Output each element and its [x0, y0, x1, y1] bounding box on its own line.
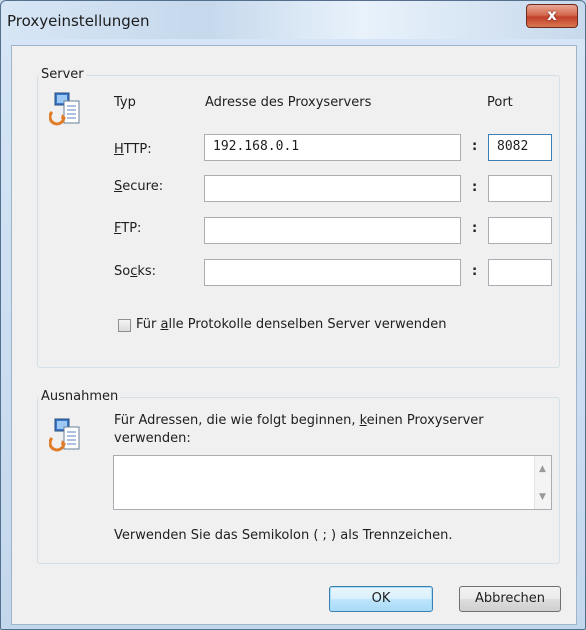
dialog-client: Server Typ Adresse des Proxyservers Port… [11, 45, 577, 625]
ftp-colon: : [472, 221, 478, 236]
network-computer-icon [49, 418, 80, 452]
exceptions-description: Für Adressen, die wie folgt beginnen, ke… [114, 413, 484, 428]
address-column-header: Adresse des Proxyservers [205, 95, 372, 110]
cancel-button[interactable]: Abbrechen [459, 586, 561, 612]
same-server-label[interactable]: Für alle Protokolle denselben Server ver… [136, 317, 447, 332]
ok-button[interactable]: OK [329, 586, 433, 612]
secure-label: Secure: [114, 179, 164, 194]
scroll-up-icon[interactable]: ▲ [539, 464, 546, 474]
title-bar[interactable]: Proxyeinstellungen x [1, 1, 585, 39]
same-server-checkbox[interactable] [118, 319, 131, 332]
scroll-down-icon[interactable]: ▼ [539, 492, 546, 502]
http-label: HTTP: [114, 142, 152, 157]
ftp-label: FTP: [114, 221, 142, 236]
secure-colon: : [472, 180, 478, 195]
socks-label: Socks: [114, 264, 157, 279]
close-button[interactable]: x [526, 4, 578, 28]
proxy-settings-window: Proxyeinstellungen x Server Typ Adresse … [0, 0, 586, 630]
http-colon: : [472, 139, 478, 154]
exceptions-scrollbar[interactable]: ▲ ▼ [534, 456, 551, 509]
socks-port-input[interactable] [488, 259, 552, 286]
exceptions-description-line2: verwenden: [114, 431, 191, 446]
http-port-input[interactable]: 8082 [488, 134, 552, 161]
port-column-header: Port [487, 95, 513, 110]
exceptions-textarea[interactable]: ▲ ▼ [113, 455, 552, 510]
exceptions-group-legend: Ausnahmen [39, 389, 121, 404]
type-column-header: Typ [114, 95, 136, 110]
window-title: Proxyeinstellungen [7, 12, 150, 30]
ftp-port-input[interactable] [488, 217, 552, 244]
http-address-input[interactable]: 192.168.0.1 [204, 134, 461, 161]
secure-address-input[interactable] [204, 175, 461, 202]
server-group-legend: Server [39, 67, 86, 82]
socks-colon: : [472, 264, 478, 279]
secure-port-input[interactable] [488, 175, 552, 202]
separator-hint: Verwenden Sie das Semikolon ( ; ) als Tr… [114, 528, 453, 543]
ftp-address-input[interactable] [204, 217, 461, 244]
close-icon: x [547, 6, 557, 24]
network-computer-icon [49, 92, 80, 126]
socks-address-input[interactable] [204, 259, 461, 286]
